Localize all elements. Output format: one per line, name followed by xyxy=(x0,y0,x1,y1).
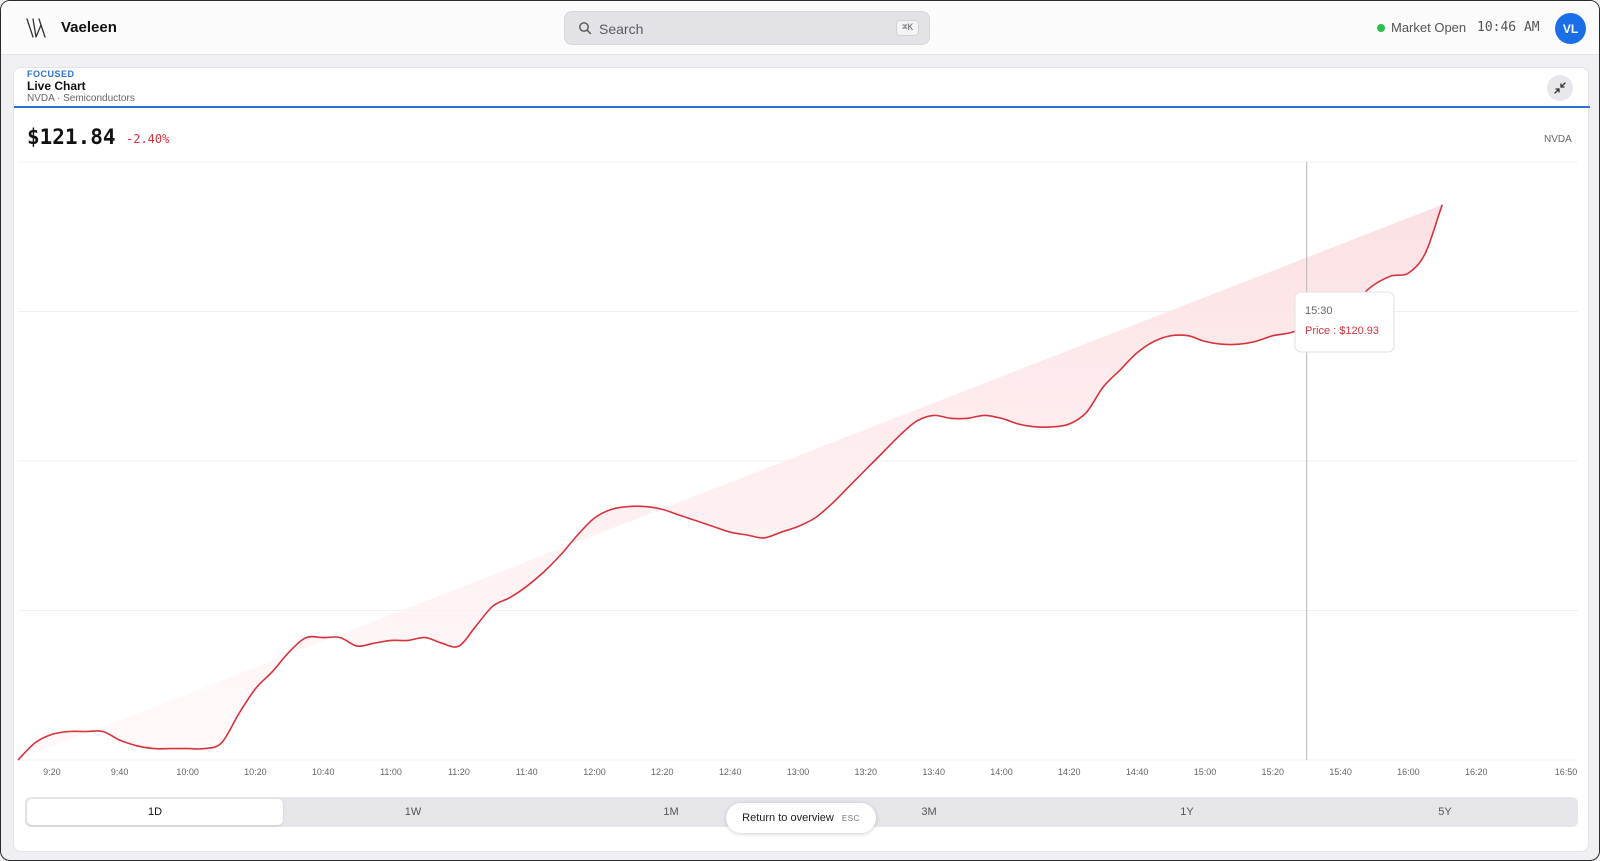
x-tick-label: 11:00 xyxy=(380,767,402,777)
x-tick-label: 13:40 xyxy=(922,767,945,777)
card-subtitle: NVDA · Semiconductors xyxy=(27,93,135,104)
x-tick-label: 14:40 xyxy=(1126,767,1149,777)
x-tick-label: 10:00 xyxy=(176,767,199,777)
clock: 10:46 AM xyxy=(1477,20,1540,35)
top-bar: Vaeleen ⌘K Market Open 10:46 AM VL xyxy=(1,1,1599,55)
x-tick-label: 9:20 xyxy=(43,767,61,777)
return-to-overview-label: Return to overview xyxy=(742,812,834,824)
x-tick-label: 12:20 xyxy=(651,767,674,777)
x-tick-label: 15:20 xyxy=(1262,767,1285,777)
search-shortcut-badge: ⌘K xyxy=(896,20,919,36)
x-tick-label: 11:20 xyxy=(448,767,470,777)
x-tick-label: 11:40 xyxy=(516,767,538,777)
market-status-dot-icon xyxy=(1377,24,1385,32)
range-button-1y[interactable]: 1Y xyxy=(1059,799,1315,825)
range-button-5y[interactable]: 5Y xyxy=(1317,799,1573,825)
x-tick-label: 12:40 xyxy=(719,767,742,777)
range-button-1d[interactable]: 1D xyxy=(27,799,283,825)
x-tick-label: 13:20 xyxy=(855,767,878,777)
tooltip-price: Price : $120.93 xyxy=(1305,325,1379,337)
search-box[interactable]: ⌘K xyxy=(564,11,930,45)
user-avatar[interactable]: VL xyxy=(1555,13,1586,44)
x-tick-label: 15:40 xyxy=(1329,767,1352,777)
x-tick-label: 13:00 xyxy=(787,767,810,777)
ticker-label: NVDA xyxy=(1544,134,1572,145)
x-tick-label: 16:50 xyxy=(1555,767,1578,777)
x-tick-label: 12:00 xyxy=(583,767,606,777)
brand-logo-icon xyxy=(26,18,46,38)
search-input[interactable] xyxy=(599,18,869,40)
price-change: -2.40% xyxy=(126,132,170,146)
return-to-overview-button[interactable]: Return to overview ESC xyxy=(726,803,876,833)
brand-name: Vaeleen xyxy=(61,19,117,36)
card-header: FOCUSED Live Chart NVDA · Semiconductors xyxy=(14,68,1590,108)
x-tick-label: 14:20 xyxy=(1058,767,1081,777)
x-tick-label: 16:00 xyxy=(1397,767,1420,777)
x-tick-label: 15:00 xyxy=(1194,767,1217,777)
x-tick-label: 14:00 xyxy=(990,767,1013,777)
market-status: Market Open xyxy=(1391,20,1467,35)
price-chart[interactable]: 9:20 9:40 10:00 10:20 10:40 11:00 11:20 11:40 12… xyxy=(14,148,1590,778)
esc-key-hint: ESC xyxy=(841,813,860,823)
current-price: $121.84 xyxy=(27,125,116,149)
card-title: Live Chart xyxy=(27,79,86,93)
x-tick-label: 9:40 xyxy=(111,767,129,777)
collapse-button[interactable] xyxy=(1547,75,1573,101)
x-tick-label: 10:20 xyxy=(244,767,267,777)
search-icon xyxy=(579,22,592,35)
live-chart-card: FOCUSED Live Chart NVDA · Semiconductors… xyxy=(13,67,1590,852)
app-window: Vaeleen ⌘K Market Open 10:46 AM VL FOCUS… xyxy=(0,0,1600,861)
focused-badge: FOCUSED xyxy=(27,69,75,79)
tooltip-time: 15:30 xyxy=(1305,305,1333,317)
x-tick-label: 10:40 xyxy=(312,767,335,777)
price-line-series xyxy=(17,204,1444,761)
price-area-fill xyxy=(18,204,1443,760)
chart-tooltip: 15:30 Price : $120.93 xyxy=(1294,291,1395,353)
range-button-1w[interactable]: 1W xyxy=(285,799,541,825)
collapse-icon xyxy=(1554,82,1566,94)
x-tick-label: 16:20 xyxy=(1465,767,1488,777)
